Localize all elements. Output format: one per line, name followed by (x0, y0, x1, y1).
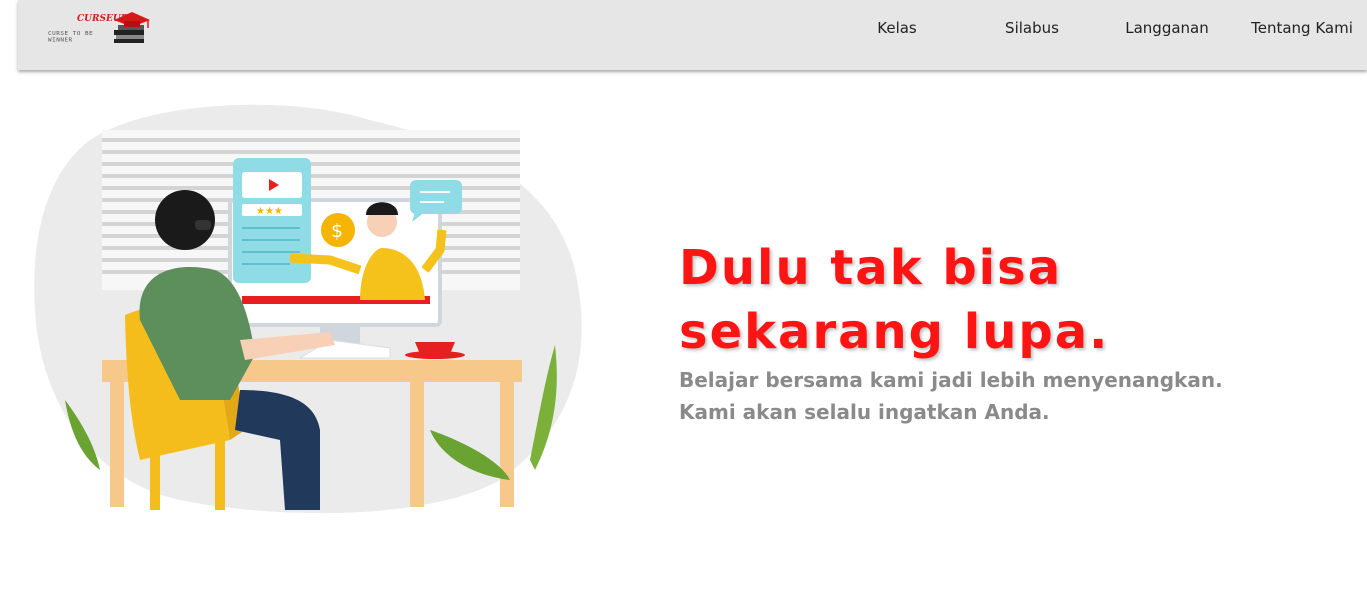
nav-item-silabus[interactable]: Silabus (1005, 19, 1059, 37)
svg-text:★★★: ★★★ (256, 206, 283, 217)
nav-item-kelas[interactable]: Kelas (877, 19, 917, 37)
brand-logo[interactable]: CURSEUP CURSE TO BE WINNER (48, 10, 158, 48)
hero-headline: Dulu tak bisa sekarang lupa. (679, 240, 1110, 360)
navbar: CURSEUP CURSE TO BE WINNER Kelas Silabus… (18, 0, 1367, 70)
logo-tagline: CURSE TO BE WINNER (48, 30, 94, 44)
graduation-books-icon (114, 12, 150, 43)
nav-item-langganan[interactable]: Langganan (1125, 19, 1209, 37)
hero-subline-1: Belajar bersama kami jadi lebih menyenan… (679, 368, 1223, 392)
hero-subline-2: Kami akan selalu ingatkan Anda. (679, 400, 1050, 424)
hero-illustration: ★★★ $ (34, 104, 582, 514)
svg-text:$: $ (331, 220, 343, 242)
nav-item-tentang-kami[interactable]: Tentang Kami (1251, 19, 1353, 37)
